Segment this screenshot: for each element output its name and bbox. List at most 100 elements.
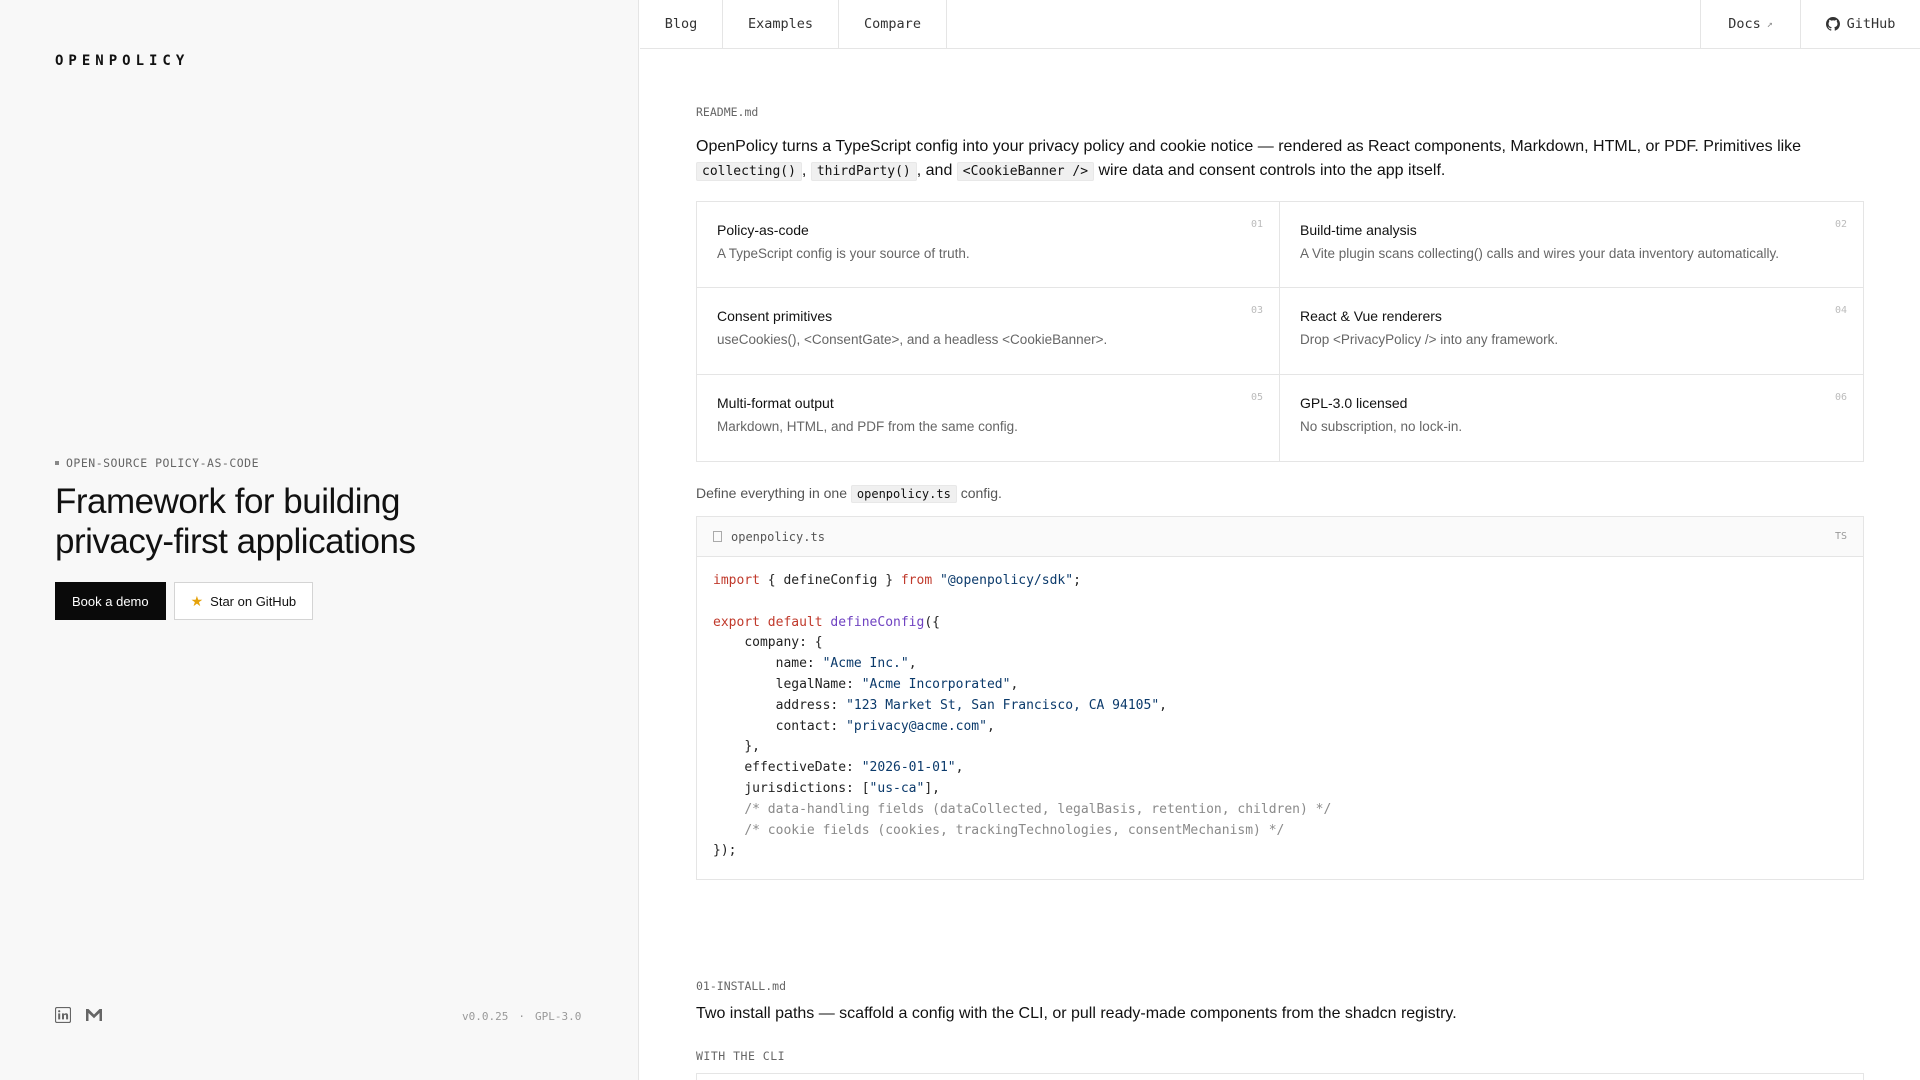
intro-text-1: OpenPolicy turns a TypeScript config int… <box>696 138 1802 155</box>
code-token: from <box>900 573 933 588</box>
feature-number: 05 <box>1250 391 1263 403</box>
linkedin-icon[interactable] <box>55 1007 71 1023</box>
feature-number: 04 <box>1834 305 1847 317</box>
feature-card: React & Vue renderers Drop <PrivacyPolic… <box>1280 288 1863 375</box>
feature-number: 02 <box>1834 219 1847 230</box>
eyebrow-dot <box>55 461 59 465</box>
feature-desc: useCookies(), <ConsentGate>, and a headl… <box>717 332 1108 348</box>
feature-desc: A TypeScript config is your source of tr… <box>717 246 970 261</box>
feature-number: 03 <box>1250 305 1263 317</box>
headline-line-2: privacy-first applications <box>55 522 416 561</box>
feature-card: Build-time analysis A Vite plugin scans … <box>1280 202 1863 289</box>
code-token: company: { <box>744 635 823 651</box>
code-token: "123 Market St, San Francisco, CA 94105" <box>846 697 1160 713</box>
version-text: v0.0.25 <box>462 1010 509 1023</box>
external-arrow-icon: ↗ <box>1766 18 1773 30</box>
eyebrow-text: OPEN-SOURCE POLICY-AS-CODE <box>66 456 260 470</box>
feature-card: GPL-3.0 licensed No subscription, no loc… <box>1280 375 1863 461</box>
define-text: Define everything in one openpolicy.ts c… <box>696 485 1002 503</box>
feature-desc: A Vite plugin scans collecting() calls a… <box>1300 246 1779 261</box>
feature-desc: No subscription, no lock-in. <box>1300 418 1463 434</box>
left-panel: OPENPOLICY OPEN-SOURCE POLICY-AS-CODE Fr… <box>0 0 639 1080</box>
feature-title: React & Vue renderers <box>1300 308 1442 325</box>
code-token: { defineConfig } <box>759 573 901 588</box>
github-icon <box>1825 17 1840 31</box>
define-after: config. <box>960 485 1002 501</box>
nav-github[interactable]: GitHub <box>1800 0 1920 48</box>
intro-text-2: wire data and consent controls into the … <box>1098 162 1446 179</box>
feature-card: Policy-as-code A TypeScript config is yo… <box>697 202 1280 289</box>
intro-sep-2: , and <box>916 162 953 179</box>
code-token: export default <box>713 614 823 630</box>
feature-title: Build-time analysis <box>1300 222 1417 238</box>
install-code-box <box>696 1073 1864 1080</box>
feature-number: 01 <box>1250 219 1263 230</box>
code-token: jurisdictions: [ <box>744 780 870 796</box>
readme-file-label: README.md <box>696 105 759 119</box>
features-grid: Policy-as-code A TypeScript config is yo… <box>696 201 1864 462</box>
define-file: openpolicy.ts <box>850 485 957 503</box>
intro-sep-1: , <box>801 162 807 179</box>
nav-compare[interactable]: Compare <box>839 0 947 48</box>
brand-logo[interactable]: OPENPOLICY <box>55 53 189 69</box>
nav-docs[interactable]: Docs ↗ <box>1700 0 1800 48</box>
code-token: contact: <box>775 718 847 734</box>
star-github-button[interactable]: ★ Star on GitHub <box>173 582 314 620</box>
code-filename: openpolicy.ts <box>731 529 825 544</box>
code-token: import <box>713 573 760 588</box>
star-github-label: Star on GitHub <box>210 593 297 609</box>
feature-number: 06 <box>1834 391 1847 403</box>
hero-headline: Framework for building privacy-first app… <box>55 482 575 562</box>
feature-desc: Drop <PrivacyPolicy /> into any framewor… <box>1300 332 1559 348</box>
code-collecting: collecting() <box>696 162 802 181</box>
code-token: "privacy@acme.com" <box>846 718 987 734</box>
feature-desc: Markdown, HTML, and PDF from the same co… <box>717 418 1018 434</box>
code-comment: /* cookie fields (cookies, trackingTechn… <box>744 822 1285 838</box>
code-token: name: <box>775 656 823 672</box>
headline-line-1: Framework for building <box>55 482 400 521</box>
mail-icon[interactable] <box>85 1008 103 1022</box>
code-cookiebanner: <CookieBanner /> <box>956 162 1095 181</box>
code-token: defineConfig <box>830 614 925 630</box>
install-title: Two install paths — scaffold a config wi… <box>696 1005 1457 1022</box>
top-nav: Blog Examples Compare Docs ↗ GitHub <box>640 0 1920 49</box>
define-before: Define everything in one <box>696 485 847 501</box>
nav-docs-label: Docs <box>1728 16 1761 32</box>
license-text: GPL-3.0 <box>534 1010 582 1023</box>
code-language: TS <box>1834 531 1847 542</box>
code-token: "2026-01-01" <box>861 760 956 776</box>
install-subheading: WITH THE CLI <box>696 1049 786 1063</box>
file-icon <box>713 531 722 542</box>
nav-examples[interactable]: Examples <box>723 0 839 48</box>
star-icon: ★ <box>190 592 204 609</box>
nav-blog[interactable]: Blog <box>640 0 723 48</box>
book-demo-button[interactable]: Book a demo <box>55 582 166 620</box>
hero-eyebrow: OPEN-SOURCE POLICY-AS-CODE <box>55 456 259 470</box>
code-block-header: openpolicy.ts TS <box>697 517 1863 557</box>
main-content: README.md OpenPolicy turns a TypeScript … <box>640 49 1920 1080</box>
code-token: address: <box>775 697 847 713</box>
version-info: v0.0.25 · GPL-3.0 <box>462 1010 581 1023</box>
code-token: "@openpolicy/sdk" <box>940 573 1074 588</box>
code-token: }); <box>713 843 737 859</box>
code-thirdparty: thirdParty() <box>810 162 917 181</box>
install-file-label: 01-INSTALL.md <box>696 979 787 993</box>
nav-github-label: GitHub <box>1846 16 1896 32</box>
feature-title: GPL-3.0 licensed <box>1300 394 1408 411</box>
code-comment: /* data-handling fields (dataCollected, … <box>744 801 1332 817</box>
code-block: openpolicy.ts TS import { defineConfig }… <box>696 516 1864 880</box>
code-token: "Acme Inc." <box>822 656 909 672</box>
feature-title: Consent primitives <box>717 308 833 325</box>
feature-card: Multi-format output Markdown, HTML, and … <box>697 374 1280 461</box>
readme-intro: OpenPolicy turns a TypeScript config int… <box>696 135 1866 184</box>
code-token: effectiveDate: <box>744 760 862 776</box>
code-token: "us-ca" <box>869 780 925 796</box>
code-token: legalName: <box>775 676 862 692</box>
code-content[interactable]: import { defineConfig } from "@openpolic… <box>697 557 1863 876</box>
social-links <box>55 1007 103 1023</box>
feature-card: Consent primitives useCookies(), <Consen… <box>697 288 1280 375</box>
code-token: "Acme Incorporated" <box>861 676 1011 692</box>
feature-title: Multi-format output <box>717 394 834 411</box>
code-token: }, <box>744 739 760 755</box>
feature-title: Policy-as-code <box>717 222 809 238</box>
